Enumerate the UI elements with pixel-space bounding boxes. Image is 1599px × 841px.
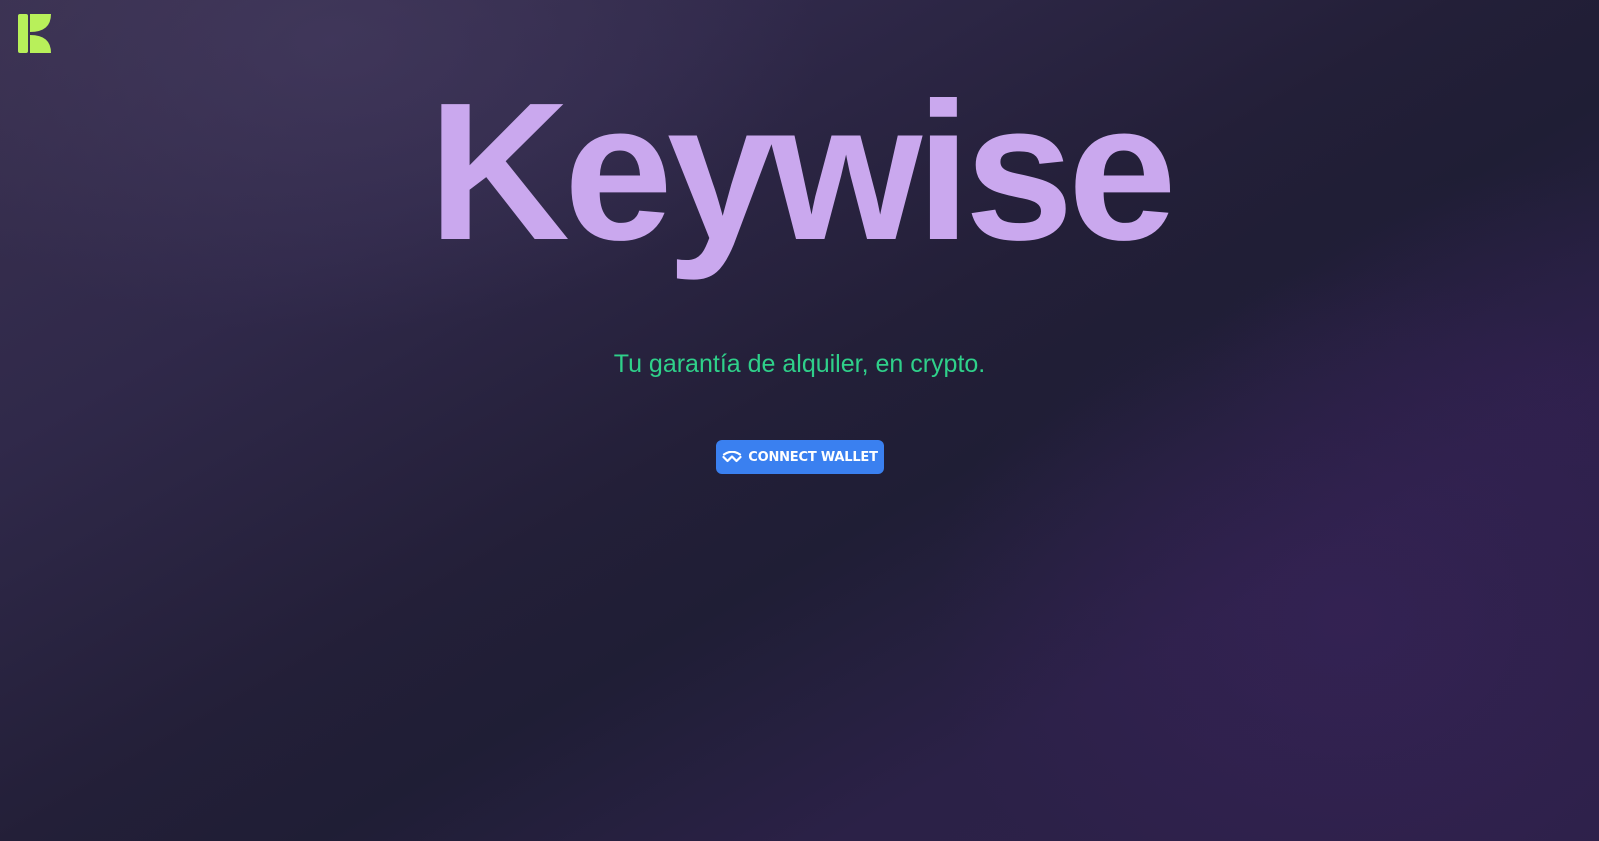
connect-wallet-button[interactable]: CONNECT WALLET bbox=[716, 440, 884, 474]
brand-title: Keywise bbox=[428, 62, 1176, 281]
keywise-logo-svg bbox=[18, 14, 51, 53]
tagline: Tu garantía de alquiler, en crypto. bbox=[613, 350, 986, 378]
walletconnect-icon bbox=[722, 450, 742, 463]
connect-wallet-label: CONNECT WALLET bbox=[748, 449, 878, 465]
keywise-logo-icon[interactable] bbox=[18, 14, 52, 53]
